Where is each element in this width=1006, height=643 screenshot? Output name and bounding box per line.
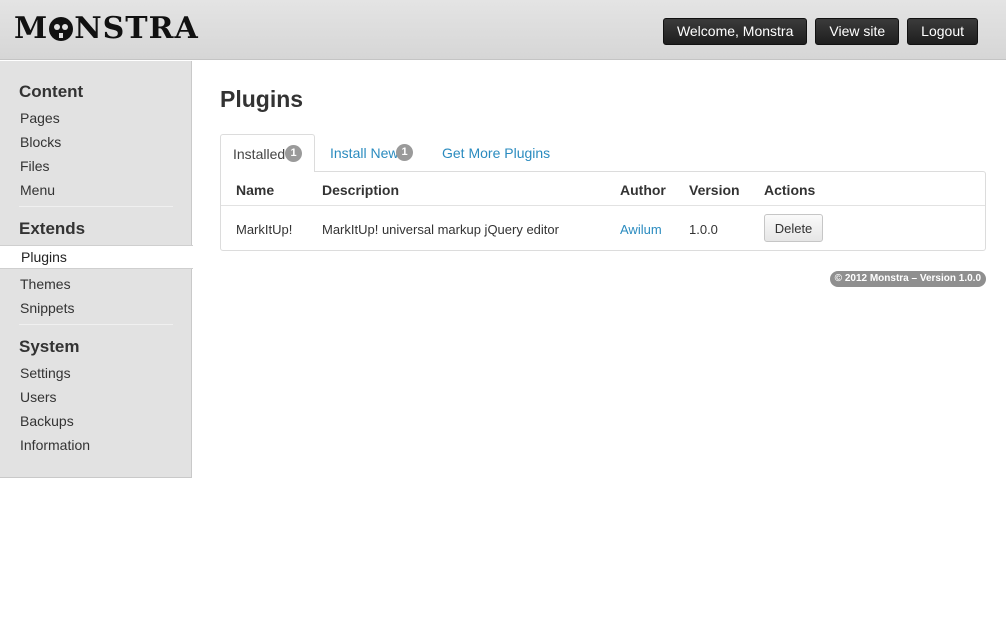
column-header-actions: Actions: [764, 182, 816, 198]
plugin-name: MarkItUp!: [236, 222, 293, 237]
delete-button[interactable]: Delete: [764, 214, 823, 242]
sidebar-item-menu[interactable]: Menu: [20, 182, 55, 198]
header-actions: Welcome, Monstra View site Logout: [662, 18, 978, 45]
count-badge: 1: [396, 144, 413, 161]
sidebar-item-snippets[interactable]: Snippets: [20, 300, 74, 316]
sidebar-heading-content: Content: [19, 82, 84, 101]
sidebar-item-information[interactable]: Information: [20, 437, 90, 453]
plugin-author-link[interactable]: Awilum: [620, 222, 662, 237]
column-header-author: Author: [620, 182, 666, 198]
count-badge: 1: [285, 145, 302, 162]
view-site-button[interactable]: View site: [815, 18, 900, 45]
sidebar-heading-system: System: [19, 337, 80, 356]
sidebar-item-backups[interactable]: Backups: [20, 413, 74, 429]
sidebar-item-settings[interactable]: Settings: [20, 365, 71, 381]
monstra-logo[interactable]: M NSTRA: [14, 12, 199, 46]
sidebar-item-blocks[interactable]: Blocks: [20, 134, 61, 150]
top-header: M NSTRA Welcome, Monstra View site Logout: [0, 0, 1006, 60]
version-footer: © 2012 Monstra – Version 1.0.0: [829, 271, 986, 287]
logout-button[interactable]: Logout: [907, 18, 978, 45]
sidebar-item-label: Plugins: [21, 249, 67, 265]
column-header-name: Name: [236, 182, 275, 198]
sidebar-divider: [19, 206, 173, 207]
sidebar-heading-extends: Extends: [19, 219, 86, 238]
sidebar-item-themes[interactable]: Themes: [20, 276, 71, 292]
tab-label: Installed: [233, 146, 286, 162]
welcome-button[interactable]: Welcome, Monstra: [662, 18, 808, 45]
tab-install-new[interactable]: Install New 1: [330, 134, 420, 172]
sidebar: Content Pages Blocks Files Menu Extends …: [0, 61, 193, 478]
plugin-version: 1.0.0: [689, 222, 718, 237]
plugins-table: Name Description Author Version Actions …: [220, 171, 986, 251]
sidebar-divider: [19, 324, 173, 325]
column-header-description: Description: [322, 182, 400, 198]
plugin-description: MarkItUp! universal markup jQuery editor: [322, 222, 559, 237]
monster-face-icon: [49, 17, 74, 41]
sidebar-item-users[interactable]: Users: [20, 389, 57, 405]
tab-installed[interactable]: Installed 1: [220, 134, 315, 172]
tab-label: Get More Plugins: [442, 145, 551, 161]
page-title: Plugins: [220, 86, 304, 112]
column-header-version: Version: [689, 182, 740, 198]
sidebar-item-files[interactable]: Files: [20, 158, 50, 174]
tab-get-more-plugins[interactable]: Get More Plugins: [442, 134, 552, 172]
sidebar-item-pages[interactable]: Pages: [20, 110, 60, 126]
tab-label: Install New: [330, 145, 399, 161]
sidebar-item-plugins[interactable]: Plugins: [0, 245, 193, 269]
table-header: Name Description Author Version Actions: [221, 172, 985, 206]
